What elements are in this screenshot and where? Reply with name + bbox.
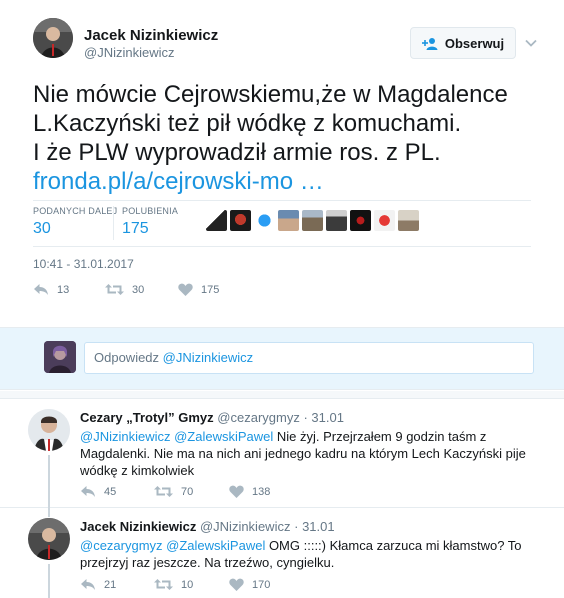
like-count: 175 bbox=[201, 283, 220, 296]
reply-text-line: Magdalenki. Nie ma na nich ani jednego k… bbox=[80, 446, 526, 461]
section-separator bbox=[0, 391, 564, 399]
retweet-icon bbox=[154, 579, 173, 590]
reply-author-name[interactable]: Jacek Nizinkiewicz bbox=[80, 519, 196, 534]
author-avatar[interactable] bbox=[33, 18, 73, 58]
tweet-text-line: L.Kaczyński też pił wódkę z komuchami. bbox=[33, 110, 462, 137]
tweet-text-line: Nie mówcie Cejrowskiemu,że w Magdalence bbox=[33, 81, 508, 108]
reply-button[interactable]: 45 bbox=[80, 485, 116, 498]
reply-actions: 21 10 170 bbox=[80, 578, 340, 592]
thread-line bbox=[48, 455, 50, 515]
separator-dot: · bbox=[303, 410, 308, 425]
reply-input[interactable]: Odpowiedz @JNizinkiewicz bbox=[84, 342, 534, 374]
separator-dot: · bbox=[294, 519, 299, 534]
liker-avatars bbox=[206, 210, 419, 231]
liker-avatar[interactable] bbox=[302, 210, 323, 231]
like-count: 170 bbox=[252, 578, 271, 591]
reply-count: 13 bbox=[57, 283, 70, 296]
reply-text: @JNizinkiewicz @ZalewskiPawel Nie żyj. P… bbox=[80, 428, 530, 479]
tweet-text-line: I że PLW wyprowadził armie ros. z PL. bbox=[33, 139, 441, 166]
liker-avatar[interactable] bbox=[254, 210, 275, 231]
author-handle[interactable]: @JNizinkiewicz bbox=[84, 45, 175, 60]
reply-placeholder: Odpowiedz bbox=[94, 350, 160, 365]
follow-label: Obserwuj bbox=[444, 35, 505, 51]
reply-text-fragment: Nie żyj. Przejrzałem 9 godzin taśm z bbox=[273, 429, 487, 444]
reply-button[interactable]: 21 bbox=[80, 578, 116, 591]
retweet-button[interactable]: 30 bbox=[105, 283, 144, 296]
liker-avatar[interactable] bbox=[398, 210, 419, 231]
reply-actions: 45 70 138 bbox=[80, 485, 340, 499]
tweet-timestamp[interactable]: 10:41 - 31.01.2017 bbox=[33, 257, 134, 271]
reply-count: 45 bbox=[104, 485, 117, 498]
reply-author-handle[interactable]: @cezarygmyz bbox=[217, 410, 300, 425]
reply-text-line: wódkę z kimkolwiek bbox=[80, 463, 195, 478]
retweet-button[interactable]: 10 bbox=[154, 578, 193, 591]
liker-avatar[interactable] bbox=[206, 210, 227, 231]
main-tweet: Jacek Nizinkiewicz @JNizinkiewicz Obserw… bbox=[0, 0, 564, 326]
likes-stat[interactable]: POLUBIENIA 175 bbox=[122, 206, 178, 238]
chevron-down-icon[interactable] bbox=[524, 36, 538, 50]
like-count: 138 bbox=[252, 485, 271, 498]
reply-text-fragment: OMG :::::) Kłamca zarzuca mi kłamstwo? T… bbox=[265, 538, 522, 553]
heart-icon bbox=[178, 283, 193, 296]
reply-icon bbox=[34, 284, 48, 295]
reply-author-name[interactable]: Cezary „Trotyl” Gmyz bbox=[80, 410, 214, 425]
follow-button[interactable]: Obserwuj bbox=[410, 27, 516, 59]
retweet-button[interactable]: 70 bbox=[154, 485, 193, 498]
reply-date[interactable]: 31.01 bbox=[311, 410, 344, 425]
reply-mentions[interactable]: @cezarygmyz @ZalewskiPawel bbox=[80, 538, 265, 553]
author-name[interactable]: Jacek Nizinkiewicz bbox=[84, 27, 218, 44]
retweets-stat[interactable]: PODANYCH DALEJ 30 bbox=[33, 206, 117, 238]
tweet-text: Nie mówcie Cejrowskiemu,że w Magdalence … bbox=[33, 80, 543, 196]
like-button[interactable]: 170 bbox=[229, 578, 270, 591]
retweet-count: 10 bbox=[181, 578, 194, 591]
reply-count: 21 bbox=[104, 578, 117, 591]
reply-text-line: @cezarygmyz @ZalewskiPawel OMG :::::) Kł… bbox=[80, 537, 530, 554]
reply-date[interactable]: 31.01 bbox=[302, 519, 335, 534]
reply-author-handle[interactable]: @JNizinkiewicz bbox=[200, 519, 291, 534]
tweet-actions: 13 30 175 bbox=[33, 283, 333, 299]
liker-avatar[interactable] bbox=[326, 210, 347, 231]
heart-icon bbox=[229, 578, 244, 591]
reply-text-line: @JNizinkiewicz @ZalewskiPawel Nie żyj. P… bbox=[80, 428, 530, 445]
divider bbox=[33, 200, 531, 201]
like-button[interactable]: 138 bbox=[229, 485, 270, 498]
like-button[interactable]: 175 bbox=[178, 283, 219, 296]
add-user-icon bbox=[421, 37, 438, 50]
reply-text-line: przejrzyj raz jeszcze. Na trzeźwo, cyngi… bbox=[80, 555, 335, 570]
reply-mentions[interactable]: @JNizinkiewicz @ZalewskiPawel bbox=[80, 429, 273, 444]
stat-separator bbox=[113, 206, 114, 240]
current-user-avatar bbox=[44, 341, 76, 373]
divider bbox=[0, 507, 564, 508]
reply-text: @cezarygmyz @ZalewskiPawel OMG :::::) Kł… bbox=[80, 537, 530, 571]
retweet-icon bbox=[154, 486, 173, 497]
tweet-link[interactable]: fronda.pl/a/cejrowski-mo … bbox=[33, 167, 543, 196]
reply-author-avatar[interactable] bbox=[28, 518, 70, 560]
liker-avatar[interactable] bbox=[350, 210, 371, 231]
reply-mention: @JNizinkiewicz bbox=[162, 350, 254, 365]
retweets-label: PODANYCH DALEJ bbox=[33, 206, 118, 216]
reply-button[interactable]: 13 bbox=[33, 283, 69, 296]
liker-avatar[interactable] bbox=[374, 210, 395, 231]
liker-avatar[interactable] bbox=[278, 210, 299, 231]
reply-composer: Odpowiedz @JNizinkiewicz bbox=[0, 327, 564, 390]
heart-icon bbox=[229, 485, 244, 498]
reply-header: Cezary „Trotyl” Gmyz @cezarygmyz · 31.01 bbox=[80, 410, 344, 425]
reply-icon bbox=[81, 486, 95, 497]
divider bbox=[33, 246, 531, 247]
retweet-icon bbox=[105, 284, 124, 295]
thread-line bbox=[48, 507, 50, 517]
retweet-count: 70 bbox=[181, 485, 194, 498]
liker-avatar[interactable] bbox=[230, 210, 251, 231]
likes-value: 175 bbox=[122, 220, 149, 237]
reply-icon bbox=[81, 579, 95, 590]
reply-header: Jacek Nizinkiewicz @JNizinkiewicz · 31.0… bbox=[80, 519, 335, 534]
retweet-count: 30 bbox=[132, 283, 145, 296]
reply-author-avatar[interactable] bbox=[28, 409, 70, 451]
likes-label: POLUBIENIA bbox=[122, 206, 179, 216]
thread-line bbox=[48, 564, 50, 598]
retweets-value: 30 bbox=[33, 220, 51, 237]
